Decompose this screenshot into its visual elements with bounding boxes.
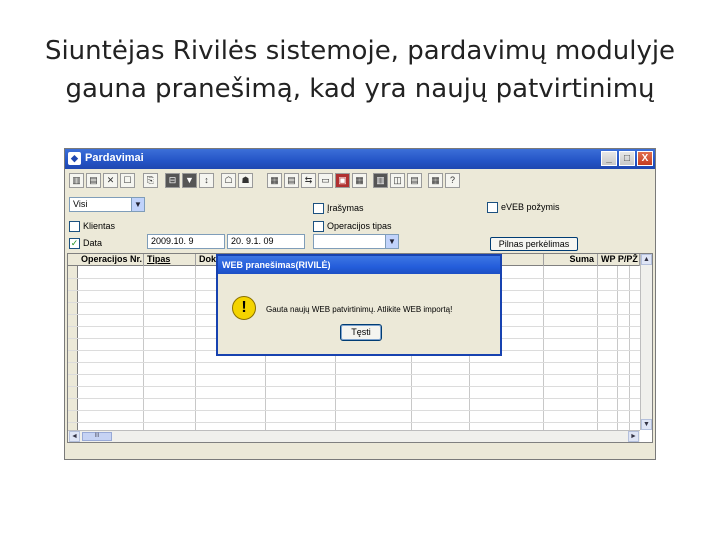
maximize-button[interactable]: □ [619, 151, 635, 166]
grid-column-line [597, 266, 598, 442]
toolbar-view-icon[interactable]: ▥ [69, 173, 84, 188]
column-tipas[interactable]: Tipas [144, 254, 196, 266]
grid-column-line [543, 266, 544, 442]
toolbar-export-icon[interactable]: ▤ [407, 173, 422, 188]
vertical-scrollbar[interactable]: ▲ ▼ [640, 254, 652, 430]
window-titlebar[interactable]: ◆ Pardavimai _ □ X [65, 149, 655, 169]
eveb-label: eVEB požymis [501, 202, 560, 212]
grid-column-line [629, 266, 630, 442]
eveb-checkbox[interactable] [487, 202, 498, 213]
grid-column-line [143, 266, 144, 442]
chevron-down-icon: ▼ [385, 235, 398, 248]
toolbar-filter-icon[interactable]: ▼ [182, 173, 197, 188]
date-from-field[interactable]: 2009.10. 9 [147, 234, 225, 249]
table-row [68, 422, 640, 423]
toolbar-table-icon[interactable]: ▦ [352, 173, 367, 188]
table-row [68, 374, 640, 375]
scroll-thumb[interactable]: III [82, 432, 112, 441]
table-row [68, 398, 640, 399]
column-suma[interactable]: Suma [544, 254, 598, 266]
klientas-checkbox[interactable] [69, 221, 80, 232]
klientas-label: Klientas [83, 221, 116, 231]
irasymas-checkbox[interactable] [313, 203, 324, 214]
toolbar-help-icon[interactable]: ? [445, 173, 460, 188]
data-checkbox[interactable]: ✓ [69, 238, 80, 249]
grid-column-line [617, 266, 618, 442]
scroll-left-icon[interactable]: ◄ [69, 431, 80, 442]
row-selector[interactable] [68, 266, 78, 442]
column-operacijos-nr[interactable]: Operacijos Nr. [78, 254, 144, 266]
irasymas-label: Įrašymas [327, 203, 364, 213]
pilnas-perkelimas-button[interactable]: Pilnas perkėlimas [490, 237, 578, 251]
toolbar-print-icon[interactable]: ⊟ [165, 173, 180, 188]
chevron-down-icon: ▼ [131, 198, 144, 211]
toolbar-new-icon[interactable]: ▤ [86, 173, 101, 188]
toolbar-edit-icon[interactable]: ☐ [120, 173, 135, 188]
toolbar-find-icon[interactable]: ☖ [221, 173, 236, 188]
toolbar-layout-icon[interactable]: ◫ [390, 173, 405, 188]
window-title: Pardavimai [85, 152, 144, 164]
dialog-title[interactable]: WEB pranešimas(RIVILĖ) [218, 256, 500, 274]
web-notification-dialog: WEB pranešimas(RIVILĖ) ! Gauta naujų WEB… [216, 254, 502, 356]
toolbar-transfer-icon[interactable]: ⇆ [301, 173, 316, 188]
operacijos-tipas-label: Operacijos tipas [327, 221, 392, 231]
date-to-field[interactable]: 20. 9.1. 09 [227, 234, 305, 249]
minimize-button[interactable]: _ [601, 151, 617, 166]
app-icon: ◆ [68, 152, 81, 165]
toolbar-copy-icon[interactable]: ⎘ [143, 173, 158, 188]
scroll-up-icon[interactable]: ▲ [641, 254, 652, 265]
toolbar-sort-icon[interactable]: ↕ [199, 173, 214, 188]
slide-title: Siuntėjas Rivilės sistemoje, pardavimų m… [20, 32, 700, 108]
toolbar-report-icon[interactable]: ▥ [373, 173, 388, 188]
toolbar-window-icon[interactable]: ▭ [318, 173, 333, 188]
period-select[interactable]: Visi ▼ [69, 197, 145, 212]
grid-column-line [195, 266, 196, 442]
slide-title-line-2: gauna pranešimą, kad yra naujų patvirtin… [65, 74, 655, 104]
scroll-right-icon[interactable]: ► [628, 431, 639, 442]
horizontal-scrollbar[interactable]: ◄ III ► [68, 430, 640, 442]
table-row [68, 386, 640, 387]
continue-button[interactable]: Tęsti [340, 324, 382, 341]
dialog-message: Gauta naujų WEB patvirtinimų. Atlikite W… [266, 305, 453, 314]
close-button[interactable]: X [637, 151, 653, 166]
toolbar-list-icon[interactable]: ▤ [284, 173, 299, 188]
warning-icon: ! [232, 296, 256, 320]
toolbar-grid-icon[interactable]: ▦ [428, 173, 443, 188]
operacijos-tipas-checkbox[interactable] [313, 221, 324, 232]
toolbar: ▥ ▤ ✕ ☐ ⎘ ⊟ ▼ ↕ ☖ ☗ ▦ ▤ ⇆ ▭ ▣ ▦ ▥ ◫ ▤ ▦ … [67, 171, 653, 191]
scroll-down-icon[interactable]: ▼ [641, 419, 652, 430]
data-label: Data [83, 238, 103, 248]
slide-title-line-1: Siuntėjas Rivilės sistemoje, pardavimų m… [44, 36, 676, 66]
period-select-value: Visi [73, 199, 88, 209]
column-wp-ppz[interactable]: WP P/PŽ [598, 254, 640, 266]
toolbar-delete-icon[interactable]: ✕ [103, 173, 118, 188]
table-row [68, 410, 640, 411]
toolbar-calendar-icon[interactable]: ▣ [335, 173, 350, 188]
operacijos-tipas-select[interactable]: ▼ [313, 234, 399, 249]
toolbar-document-icon[interactable]: ▦ [267, 173, 282, 188]
toolbar-find-next-icon[interactable]: ☗ [238, 173, 253, 188]
table-row [68, 362, 640, 363]
